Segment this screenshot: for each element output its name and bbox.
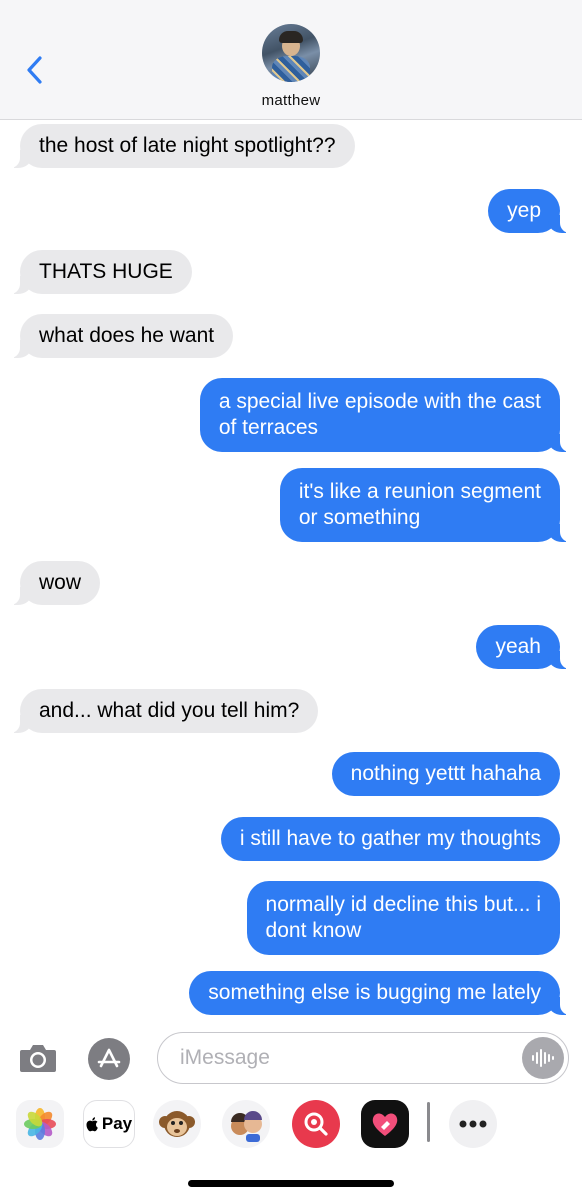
message-text: something else is bugging me lately: [208, 981, 541, 1004]
message-text: a special live episode with the cast of t…: [218, 390, 541, 439]
camera-button[interactable]: [18, 1040, 58, 1076]
message-text: wow: [39, 571, 82, 594]
compose-bar: iMessage: [0, 1028, 582, 1092]
memoji-stickers-button[interactable]: [222, 1100, 270, 1148]
incoming-message[interactable]: what does he want: [9, 314, 234, 358]
back-button[interactable]: [18, 52, 50, 88]
contact-avatar[interactable]: [262, 24, 320, 82]
message-text: i still have to gather my thoughts: [239, 827, 541, 850]
photos-icon: [24, 1108, 56, 1140]
more-apps-button[interactable]: [449, 1100, 497, 1148]
outgoing-message[interactable]: yeah: [476, 625, 570, 669]
message-thread[interactable]: the host of late night spotlight?? yep T…: [0, 120, 582, 1028]
message-text: what does he want: [39, 324, 215, 347]
incoming-message[interactable]: THATS HUGE: [10, 250, 192, 294]
message-text: THATS HUGE: [39, 260, 173, 283]
app-store-icon: [97, 1048, 121, 1068]
drawer-divider: [427, 1102, 430, 1142]
message-text: nothing yettt hahaha: [350, 762, 541, 785]
incoming-message[interactable]: wow: [9, 561, 101, 605]
digital-touch-icon: [372, 1113, 398, 1136]
incoming-message[interactable]: the host of late night spotlight??: [10, 124, 355, 168]
image-search-icon: [304, 1112, 328, 1136]
outgoing-message[interactable]: yep: [488, 189, 570, 233]
pay-label: Pay: [101, 1114, 133, 1133]
outgoing-message[interactable]: normally id decline this but... i dont kn…: [246, 881, 560, 955]
audio-waveform-icon: [532, 1049, 554, 1067]
message-text: it's like a reunion segment or something: [298, 480, 541, 529]
animoji-button[interactable]: [153, 1100, 201, 1148]
outgoing-message[interactable]: i still have to gather my thoughts: [220, 817, 560, 861]
photos-app-button[interactable]: [16, 1100, 64, 1148]
imessage-input[interactable]: iMessage: [157, 1032, 569, 1084]
outgoing-message[interactable]: something else is bugging me lately: [189, 971, 570, 1015]
input-placeholder: iMessage: [180, 1046, 270, 1069]
app-store-button[interactable]: [88, 1038, 130, 1080]
audio-message-button[interactable]: [522, 1037, 564, 1079]
camera-icon: [20, 1045, 56, 1072]
memoji-stickers-icon: [231, 1111, 262, 1142]
more-icon: [459, 1120, 487, 1128]
outgoing-message[interactable]: nothing yettt hahaha: [331, 752, 560, 796]
message-text: and... what did you tell him?: [39, 699, 300, 722]
contact-name[interactable]: matthew: [0, 92, 582, 109]
apple-pay-icon: [86, 1117, 98, 1132]
outgoing-message[interactable]: it's like a reunion segment or something: [279, 468, 571, 542]
apple-pay-button[interactable]: Pay: [83, 1100, 135, 1148]
message-text: the host of late night spotlight??: [39, 134, 336, 157]
digital-touch-button[interactable]: [361, 1100, 409, 1148]
home-indicator[interactable]: [188, 1180, 394, 1187]
chevron-left-icon: [27, 56, 42, 84]
incoming-message[interactable]: and... what did you tell him?: [9, 689, 319, 733]
message-text: yep: [507, 199, 541, 222]
monkey-memoji-icon: [159, 1111, 195, 1137]
conversation-header: matthew: [0, 0, 582, 120]
message-text: normally id decline this but... i dont kn…: [265, 893, 541, 942]
message-text: yeah: [495, 635, 541, 658]
image-search-button[interactable]: [292, 1100, 340, 1148]
outgoing-message[interactable]: a special live episode with the cast of t…: [199, 378, 571, 452]
